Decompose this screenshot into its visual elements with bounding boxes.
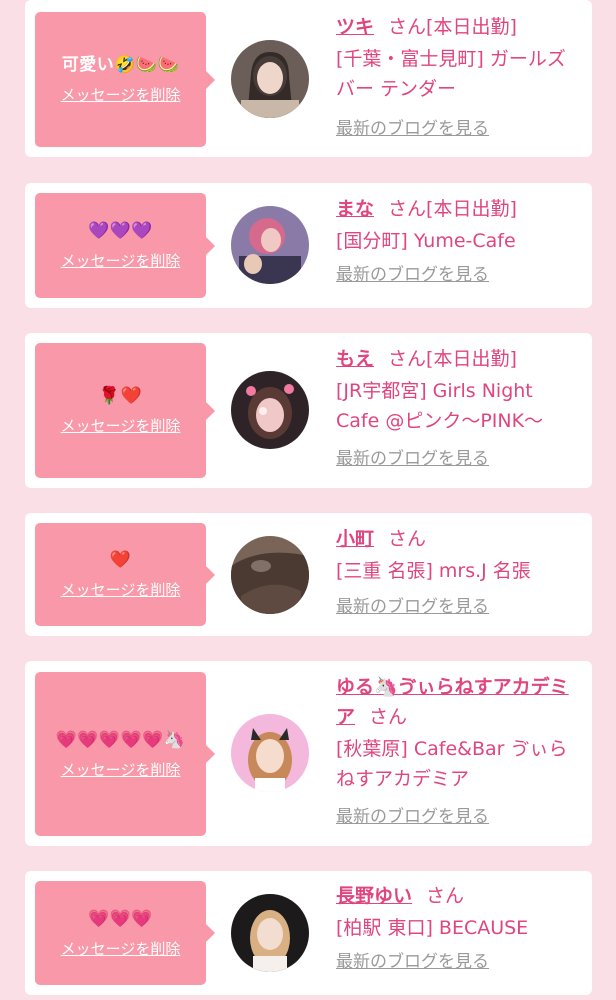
avatar[interactable] [231, 206, 309, 284]
delete-message-link[interactable]: メッセージを削除 [61, 250, 181, 271]
delete-message-link[interactable]: メッセージを削除 [61, 938, 181, 959]
delete-message-link[interactable]: メッセージを削除 [61, 84, 181, 105]
latest-blog-link[interactable]: 最新のブログを見る [336, 262, 582, 288]
avatar[interactable] [231, 714, 309, 792]
avatar-photo-icon [231, 714, 309, 792]
avatar-photo-icon [231, 206, 309, 284]
shop-label: [JR宇都宮] Girls Night Cafe @ピンク〜PINK〜 [336, 380, 544, 432]
shop-label: [千葉・富士見町] ガールズバー テンダー [336, 48, 566, 100]
message-text: 可愛い🤣🍉🍉 [61, 55, 180, 75]
message-text: 💗💗💗💗💗🦄 [55, 729, 186, 750]
avatar-photo-icon [231, 371, 309, 449]
delete-message-link[interactable]: メッセージを削除 [61, 759, 181, 780]
honorific: さん [388, 528, 427, 550]
message-text: 💗💗💗 [87, 908, 153, 929]
message-card: 🌹❤️ メッセージを削除 もえ さん[本日出勤] [JR宇都宮] Girls Ni… [25, 333, 592, 488]
avatar[interactable] [231, 371, 309, 449]
message-bubble: 💗💗💗💗💗🦄 メッセージを削除 [35, 672, 215, 836]
message-text: 🌹❤️ [98, 386, 143, 406]
message-text: 💜💜💜 [87, 221, 153, 241]
honorific: さん [388, 16, 427, 38]
shop-label: [国分町] Yume-Cafe [336, 230, 516, 252]
message-card: 💜💜💜 メッセージを削除 まな さん[本日出勤] [国分町] Yume-Cafe … [25, 183, 592, 308]
card-info: ツキ さん[本日出勤] [千葉・富士見町] ガールズバー テンダー 最新のブログを… [336, 12, 582, 142]
card-info: まな さん[本日出勤] [国分町] Yume-Cafe 最新のブログを見る [336, 194, 582, 288]
shop-label: [三重 名張] mrs.J 名張 [336, 560, 531, 582]
card-info: 長野ゆい さん [柏駅 東口] BECAUSE 最新のブログを見る [336, 881, 582, 975]
message-list: 可愛い🤣🍉🍉 メッセージを削除 ツキ さん[本日出勤] [千葉・富士見町] ガール… [0, 0, 616, 1000]
avatar-photo-icon [231, 894, 309, 972]
latest-blog-link[interactable]: 最新のブログを見る [336, 594, 582, 620]
message-card: 💗💗💗💗💗🦄 メッセージを削除 ゆる🦄ゔぃらねすアカデミア さん [秋葉原] Ca… [25, 661, 592, 846]
honorific: さん [388, 348, 427, 370]
shop-label: [秋葉原] Cafe&Bar ゔぃらねすアカデミア [336, 738, 568, 790]
avatar[interactable] [231, 894, 309, 972]
card-info: ゆる🦄ゔぃらねすアカデミア さん [秋葉原] Cafe&Bar ゔぃらねすアカデミ… [336, 672, 582, 830]
message-card: 可愛い🤣🍉🍉 メッセージを削除 ツキ さん[本日出勤] [千葉・富士見町] ガール… [25, 0, 592, 157]
latest-blog-link[interactable]: 最新のブログを見る [336, 446, 582, 472]
cast-name-link[interactable]: もえ [336, 348, 374, 370]
avatar[interactable] [231, 40, 309, 118]
latest-blog-link[interactable]: 最新のブログを見る [336, 116, 582, 142]
honorific: さん [388, 198, 427, 220]
message-bubble: 💜💜💜 メッセージを削除 [35, 193, 215, 298]
status-label: [本日出勤] [426, 16, 517, 38]
status-label: [本日出勤] [426, 348, 517, 370]
latest-blog-link[interactable]: 最新のブログを見る [336, 804, 582, 830]
latest-blog-link[interactable]: 最新のブログを見る [336, 949, 582, 975]
message-card: ❤️ メッセージを削除 小町 さん [三重 名張] mrs.J 名張 最新のブログ… [25, 513, 592, 636]
delete-message-link[interactable]: メッセージを削除 [61, 415, 181, 436]
cast-name-link[interactable]: 長野ゆい [336, 885, 412, 907]
cast-name-link[interactable]: 小町 [336, 528, 374, 550]
message-bubble: 💗💗💗 メッセージを削除 [35, 881, 215, 985]
delete-message-link[interactable]: メッセージを削除 [61, 579, 181, 600]
message-card: 💗💗💗 メッセージを削除 長野ゆい さん [柏駅 東口] BECAUSE 最新のブ… [25, 871, 592, 995]
avatar-photo-icon [231, 536, 309, 614]
message-bubble: ❤️ メッセージを削除 [35, 523, 215, 626]
card-info: もえ さん[本日出勤] [JR宇都宮] Girls Night Cafe @ピンク… [336, 344, 582, 472]
status-label: [本日出勤] [426, 198, 517, 220]
avatar-photo-icon [231, 40, 309, 118]
message-bubble: 可愛い🤣🍉🍉 メッセージを削除 [35, 12, 215, 147]
honorific: さん [426, 885, 465, 907]
shop-label: [柏駅 東口] BECAUSE [336, 917, 529, 939]
avatar[interactable] [231, 536, 309, 614]
message-text: ❤️ [109, 550, 132, 570]
card-info: 小町 さん [三重 名張] mrs.J 名張 最新のブログを見る [336, 524, 582, 620]
message-bubble: 🌹❤️ メッセージを削除 [35, 343, 215, 478]
cast-name-link[interactable]: ツキ [336, 16, 374, 38]
honorific: さん [369, 706, 408, 728]
cast-name-link[interactable]: まな [336, 198, 374, 220]
